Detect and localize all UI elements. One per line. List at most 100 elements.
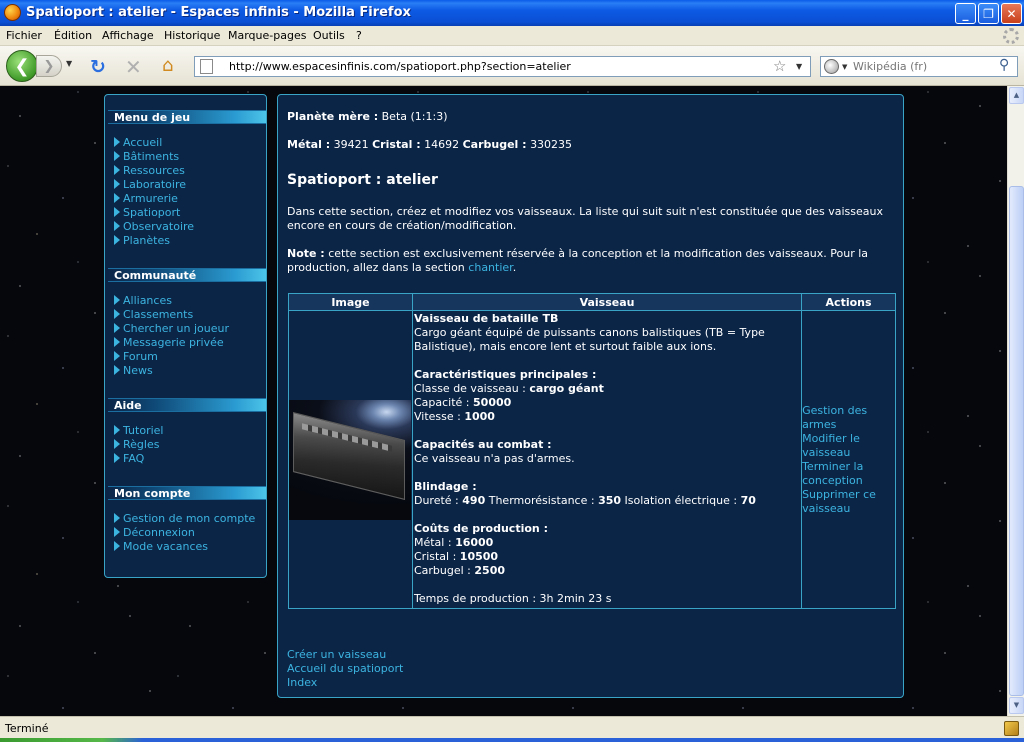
menu-link-deconnexion[interactable]: Déconnexion xyxy=(114,526,195,540)
url-text[interactable]: http://www.espacesinfinis.com/spatioport… xyxy=(229,60,571,73)
forward-button[interactable]: ❯ xyxy=(36,55,62,77)
page-viewport: Menu de jeu Accueil Bâtiments Ressources… xyxy=(0,86,1007,716)
combat-title: Capacités au combat : xyxy=(413,438,552,451)
planet-value: Beta (1:1:3) xyxy=(381,110,448,123)
ship-capacity: Capacité : 50000 xyxy=(413,396,512,409)
accueil-spatioport-link[interactable]: Accueil du spatioport xyxy=(287,662,403,676)
taskbar-strip xyxy=(0,738,1024,742)
search-engine-dropdown-icon[interactable]: ▼ xyxy=(842,63,847,71)
menu-link-faq[interactable]: FAQ xyxy=(114,452,144,466)
ship-actions-cell: Gestion des armes Modifier le vaisseau T… xyxy=(801,310,896,609)
menu-bar: Fichier Édition Affichage Historique Mar… xyxy=(0,26,1024,46)
specs-title: Caractéristiques principales : xyxy=(413,368,597,381)
table-row: Vaisseau de bataille TB Cargo géant équi… xyxy=(288,310,896,609)
search-bar[interactable]: ▼ ⚲ xyxy=(820,56,1018,77)
menu-link-alliances[interactable]: Alliances xyxy=(114,294,172,308)
menu-link-tutoriel[interactable]: Tutoriel xyxy=(114,424,163,438)
search-icon[interactable]: ⚲ xyxy=(999,57,1009,73)
production-time: Temps de production : 3h 2min 23 s xyxy=(413,592,612,605)
creer-vaisseau-link[interactable]: Créer un vaisseau xyxy=(287,648,403,662)
scroll-thumb[interactable] xyxy=(1009,186,1024,696)
history-dropdown-icon[interactable]: ▼ xyxy=(66,59,72,68)
arrow-icon xyxy=(114,165,120,175)
menu-outils[interactable]: Outils xyxy=(313,29,345,42)
back-button[interactable]: ❮ xyxy=(6,50,38,82)
menu-fichier[interactable]: Fichier xyxy=(6,29,42,42)
menu-link-observatoire[interactable]: Observatoire xyxy=(114,220,194,234)
arrow-icon xyxy=(114,137,120,147)
arrow-icon xyxy=(114,193,120,203)
ship-speed: Vitesse : 1000 xyxy=(413,410,495,423)
arrow-icon xyxy=(114,439,120,449)
menu-link-classements[interactable]: Classements xyxy=(114,308,193,322)
menu-link-messagerie[interactable]: Messagerie privée xyxy=(114,336,224,350)
bookmark-star-icon[interactable]: ☆ xyxy=(773,57,786,75)
ship-description-cell: Vaisseau de bataille TB Cargo géant équi… xyxy=(411,310,803,609)
close-button[interactable]: ✕ xyxy=(1001,3,1022,24)
menu-link-gestion-compte[interactable]: Gestion de mon compte xyxy=(114,512,255,526)
menu-section-title: Communauté xyxy=(108,268,266,282)
menu-link-forum[interactable]: Forum xyxy=(114,350,158,364)
menu-link-ressources[interactable]: Ressources xyxy=(114,164,185,178)
menu-link-planetes[interactable]: Planètes xyxy=(114,234,170,248)
cristal-label: Cristal : xyxy=(372,138,421,151)
menu-link-news[interactable]: News xyxy=(114,364,153,378)
menu-section-title: Menu de jeu xyxy=(108,110,266,124)
combat-text: Ce vaisseau n'a pas d'armes. xyxy=(413,452,575,465)
home-button[interactable]: ⌂ xyxy=(162,55,173,76)
search-engine-icon[interactable] xyxy=(824,59,839,74)
arrow-icon xyxy=(114,207,120,217)
cost-cristal: Cristal : 10500 xyxy=(413,550,499,563)
page-title: Spatioport : atelier xyxy=(287,172,438,188)
menu-link-armurerie[interactable]: Armurerie xyxy=(114,192,178,206)
arrow-icon xyxy=(114,351,120,361)
vertical-scrollbar[interactable]: ▲ ▼ xyxy=(1007,86,1024,716)
menu-help[interactable]: ? xyxy=(356,29,362,42)
ship-image-cell xyxy=(288,310,413,609)
menu-link-mode-vacances[interactable]: Mode vacances xyxy=(114,540,208,554)
ship-class: Classe de vaisseau : cargo géant xyxy=(413,382,604,395)
menu-link-accueil[interactable]: Accueil xyxy=(114,136,162,150)
menu-marque-pages[interactable]: Marque-pages xyxy=(228,29,306,42)
addon-status-icon[interactable] xyxy=(1004,721,1019,736)
reload-button[interactable]: ↻ xyxy=(90,56,106,78)
menu-link-spatioport[interactable]: Spatioport xyxy=(114,206,180,220)
menu-link-chercher-joueur[interactable]: Chercher un joueur xyxy=(114,322,229,336)
scroll-down-button[interactable]: ▼ xyxy=(1009,697,1024,714)
column-header-vaisseau: Vaisseau xyxy=(411,293,803,311)
scroll-up-button[interactable]: ▲ xyxy=(1009,87,1024,104)
armor-title: Blindage : xyxy=(413,480,477,493)
navigation-toolbar: ❮ ❯ ▼ ↻ ✕ ⌂ http://www.espacesinfinis.co… xyxy=(0,46,1024,86)
metal-label: Métal : xyxy=(287,138,331,151)
url-dropdown-icon[interactable]: ▼ xyxy=(796,62,802,71)
stop-button[interactable]: ✕ xyxy=(125,55,142,79)
planet-info: Planète mère : Beta (1:1:3) xyxy=(287,110,448,123)
ship-description: Vaisseau de bataille TB Cargo géant équi… xyxy=(413,311,801,608)
menu-link-batiments[interactable]: Bâtiments xyxy=(114,150,179,164)
url-bar[interactable]: http://www.espacesinfinis.com/spatioport… xyxy=(194,56,811,77)
menu-link-regles[interactable]: Règles xyxy=(114,438,159,452)
arrow-icon xyxy=(114,453,120,463)
arrow-icon xyxy=(114,541,120,551)
modifier-vaisseau-link[interactable]: Modifier le vaisseau xyxy=(802,432,895,460)
supprimer-vaisseau-link[interactable]: Supprimer ce vaisseau xyxy=(802,488,895,516)
search-input[interactable] xyxy=(853,59,993,74)
index-link[interactable]: Index xyxy=(287,676,403,690)
arrow-icon xyxy=(114,323,120,333)
arrow-icon xyxy=(114,179,120,189)
menu-section-title: Mon compte xyxy=(108,486,266,500)
terminer-conception-link[interactable]: Terminer la conception xyxy=(802,460,895,488)
menu-edition[interactable]: Édition xyxy=(54,29,92,42)
menu-historique[interactable]: Historique xyxy=(164,29,220,42)
gestion-armes-link[interactable]: Gestion des armes xyxy=(802,404,895,432)
maximize-button[interactable]: ❐ xyxy=(978,3,999,24)
chantier-link[interactable]: chantier xyxy=(468,261,512,274)
ship-name: Vaisseau de bataille TB xyxy=(413,312,559,325)
ship-hull xyxy=(293,411,406,500)
arrow-icon xyxy=(114,151,120,161)
menu-link-laboratoire[interactable]: Laboratoire xyxy=(114,178,186,192)
status-bar: Terminé xyxy=(0,716,1024,742)
minimize-button[interactable]: _ xyxy=(955,3,976,24)
menu-affichage[interactable]: Affichage xyxy=(102,29,154,42)
arrow-icon xyxy=(114,513,120,523)
